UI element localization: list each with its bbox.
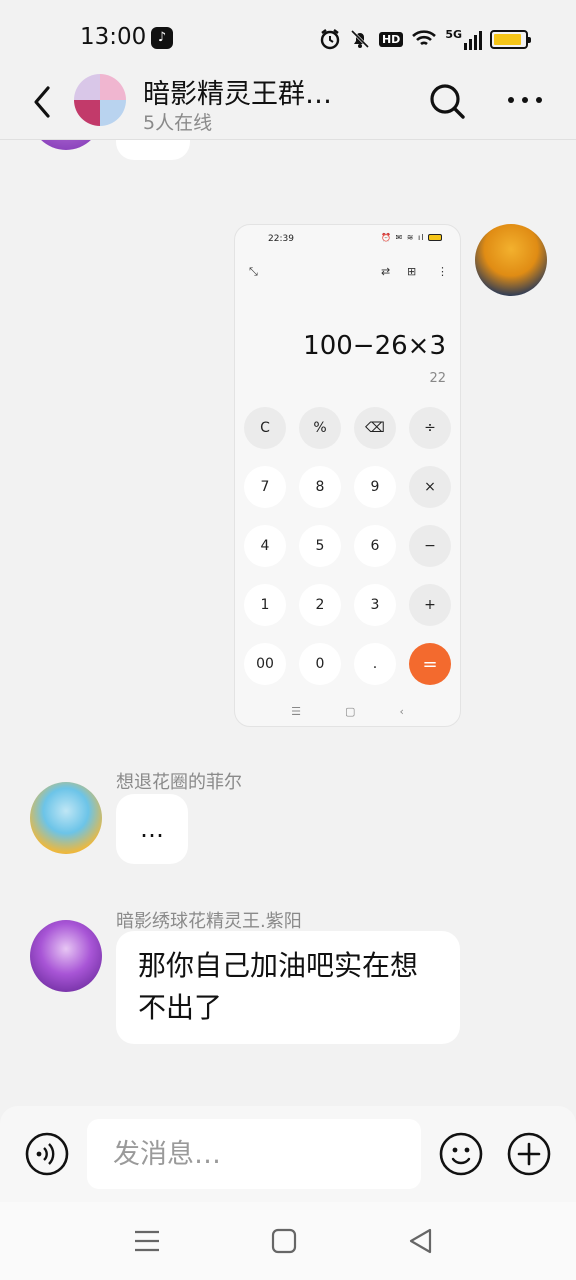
back-icon[interactable] [406,1226,436,1256]
avatar[interactable] [30,140,102,150]
message-text: 那你自己加油吧实在想不出了 [138,949,419,1024]
calc-key: % [299,407,341,449]
calc-key: 7 [244,466,286,508]
battery-icon [490,29,531,49]
calc-key: 00 [244,643,286,685]
status-time: 13:00 [80,24,147,50]
calculator-screenshot-image[interactable]: 22:39 ⏰ ✉ ≋ ıl ⤡ ⇄ ⊞ ⋮ 100−26×3 22 C% ⌫ ÷ 7… [234,224,461,727]
home-icon[interactable] [269,1226,299,1256]
chat-area[interactable]: 22:39 ⏰ ✉ ≋ ıl ⤡ ⇄ ⊞ ⋮ 100−26×3 22 C% ⌫ ÷ 7… [0,140,576,1106]
message-bubble[interactable] [116,140,190,160]
status-icons: HD 5G [319,26,531,52]
sender-name: 暗影绣球花精灵王.紫阳 [116,911,302,932]
plus-icon[interactable] [507,1132,551,1176]
message-input[interactable] [87,1119,421,1189]
status-bar: 13:00 ♪ HD 5G [0,0,576,70]
5g-signal-icon: 5G [445,28,482,50]
calc-key: ÷ [409,407,451,449]
screenshot-time: 22:39 [268,234,294,244]
calculator-keypad: C% ⌫ ÷ 7 8 9 × 4 5 6−1 2 3 +00 0. = [244,407,454,685]
sender-name: 想退花圈的菲尔 [116,772,242,793]
group-avatar[interactable] [74,74,126,126]
screenshot-nav-bar: ☰ ▢ ‹ [291,705,404,718]
hd-icon: HD [378,31,404,47]
calc-key: − [409,525,451,567]
calc-key: 6 [354,525,396,567]
back-arrow-icon[interactable] [26,82,58,122]
calc-key: 0 [299,643,341,685]
voice-icon[interactable] [25,1132,69,1176]
input-bar [0,1106,576,1202]
message-bubble[interactable]: 那你自己加油吧实在想不出了 [116,931,460,1044]
system-nav-bar [0,1202,576,1280]
message-text: … [140,815,164,843]
calc-key: 5 [299,525,341,567]
calc-key: 4 [244,525,286,567]
screenshot-status-icons: ⏰ ✉ ≋ ıl [381,233,442,242]
calc-key: ⌫ [354,407,396,449]
calculator-expression: 100−26×3 [303,331,446,361]
collapse-icon: ⤡ [249,265,258,278]
wifi-icon [412,30,437,46]
alarm-icon [320,29,340,50]
menu-dots-icon: ⋮ [437,265,448,278]
calc-key: 2 [299,584,341,626]
more-icon[interactable] [505,88,545,112]
network-type-label: 5G [445,28,462,41]
calc-key: + [409,584,451,626]
unit-convert-icon: ⇄ [381,265,391,278]
menu-icon[interactable] [132,1226,162,1256]
calc-key: . [354,643,396,685]
calc-key: 8 [299,466,341,508]
grid-icon: ⊞ [407,265,417,278]
chat-header: 暗影精灵王群… 5人在线 [0,70,576,140]
calc-key: 1 [244,584,286,626]
calculator-result: 22 [429,371,446,386]
calc-key: × [409,466,451,508]
search-icon[interactable] [428,82,466,120]
emoji-icon[interactable] [439,1132,483,1176]
tiktok-icon: ♪ [151,27,173,49]
calc-key: C [244,407,286,449]
online-count: 5人在线 [143,112,213,134]
avatar[interactable] [30,920,102,992]
calc-key: = [409,643,451,685]
my-avatar[interactable] [475,224,547,296]
calc-key: 3 [354,584,396,626]
group-title[interactable]: 暗影精灵王群… [143,72,368,111]
mute-icon [350,29,370,49]
avatar[interactable] [30,782,102,854]
battery-level [494,33,521,45]
calc-key: 9 [354,466,396,508]
message-bubble[interactable]: … [116,794,188,864]
